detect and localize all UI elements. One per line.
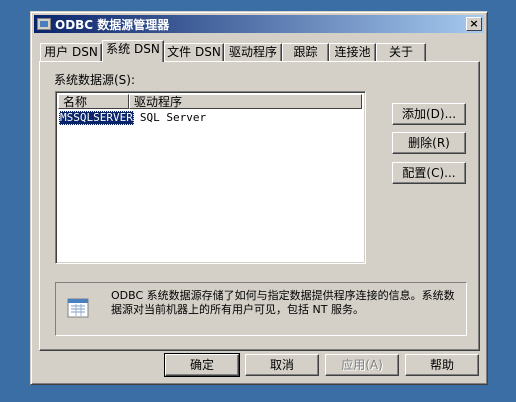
system-dsn-panel: 系统数据源(S): 名称 驱动程序 MSSQLSERVER SQL Server… [39, 61, 480, 351]
tab-system-dsn[interactable]: 系统 DSN [102, 40, 164, 62]
tab-drivers[interactable]: 驱动程序 [224, 43, 282, 61]
tab-tracing[interactable]: 跟踪 [282, 43, 329, 61]
configure-button[interactable]: 配置(C)... [392, 162, 466, 184]
column-header-name[interactable]: 名称 [58, 94, 129, 109]
datasource-driver: SQL Server [139, 111, 207, 124]
tab-connection-pooling[interactable]: 连接池 [329, 43, 376, 61]
list-header: 名称 驱动程序 [58, 94, 363, 109]
datasource-list[interactable]: 名称 驱动程序 MSSQLSERVER SQL Server [55, 91, 366, 264]
title-bar[interactable]: ODBC 数据源管理器 × [34, 15, 484, 33]
close-button[interactable]: × [466, 17, 482, 31]
tab-about[interactable]: 关于 [376, 43, 426, 61]
datasource-name[interactable]: MSSQLSERVER [59, 111, 134, 125]
add-button[interactable]: 添加(D)... [392, 103, 466, 125]
help-button[interactable]: 帮助 [405, 354, 479, 376]
column-header-driver[interactable]: 驱动程序 [129, 94, 362, 109]
info-group-box: ODBC 系统数据源存储了如何与指定数据提供程序连接的信息。系统数据源对当前机器… [55, 282, 467, 336]
tab-file-dsn[interactable]: 文件 DSN [164, 43, 224, 61]
odbc-dialog-window: ODBC 数据源管理器 × 用户 DSN 系统 DSN 文件 DSN 驱动程序 … [30, 11, 488, 385]
cancel-button[interactable]: 取消 [245, 354, 319, 376]
list-item[interactable]: MSSQLSERVER SQL Server [59, 111, 206, 125]
apply-button[interactable]: 应用(A) [325, 354, 399, 376]
system-datasource-label: 系统数据源(S): [54, 73, 136, 87]
info-description: ODBC 系统数据源存储了如何与指定数据提供程序连接的信息。系统数据源对当前机器… [111, 289, 455, 316]
window-title: ODBC 数据源管理器 [55, 17, 170, 32]
remove-button[interactable]: 删除(R) [392, 132, 466, 154]
tab-user-dsn[interactable]: 用户 DSN [40, 43, 102, 61]
ok-button[interactable]: 确定 [164, 353, 240, 377]
odbc-app-icon [37, 18, 51, 30]
odbc-datasource-icon [67, 298, 89, 318]
